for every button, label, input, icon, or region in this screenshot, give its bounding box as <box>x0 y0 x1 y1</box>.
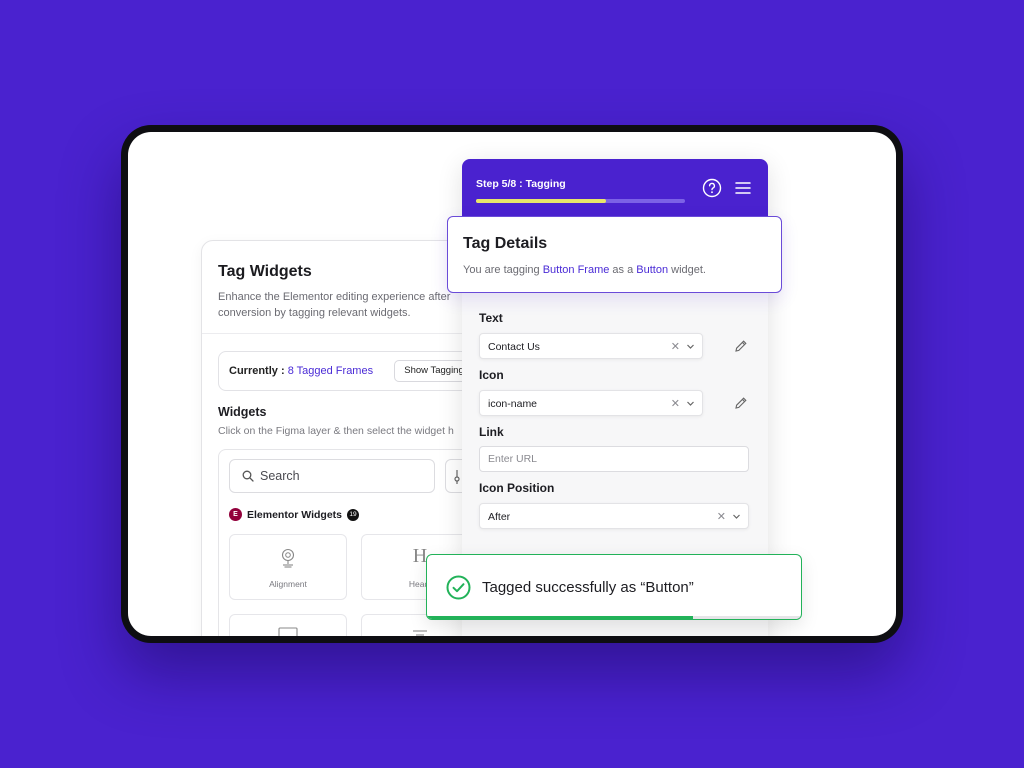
frame-name: Button Frame <box>542 264 610 276</box>
text-select-value: Contact Us <box>488 341 540 353</box>
tag-details-popover: Tag Details You are tagging Button Frame… <box>447 216 782 293</box>
link-input[interactable] <box>479 446 749 472</box>
edit-pencil-icon[interactable] <box>734 396 748 410</box>
success-toast: Tagged successfully as “Button” <box>426 554 802 620</box>
tag-details-title: Tag Details <box>463 235 548 252</box>
widgets-title: Widgets <box>218 405 267 419</box>
currently-label: Currently : 8 Tagged Frames <box>229 365 373 377</box>
image-icon <box>278 627 298 636</box>
link-field-label: Link <box>479 425 504 439</box>
clear-icon[interactable]: ✕ <box>671 397 680 410</box>
tagged-frames-link[interactable]: 8 Tagged Frames <box>288 365 373 377</box>
clear-icon[interactable]: ✕ <box>671 340 680 353</box>
panel-description: Enhance the Elementor editing experience… <box>218 291 451 319</box>
desc-middle: as a <box>609 264 637 276</box>
menu-icon[interactable] <box>735 181 751 195</box>
step-label: Step 5/8 : Tagging <box>476 178 566 190</box>
widget-card-label: Alignment <box>269 579 307 589</box>
step-progress-bar <box>476 199 685 203</box>
edit-pencil-icon[interactable] <box>734 339 748 353</box>
icon-position-select[interactable]: After ✕ <box>479 503 749 529</box>
search-input[interactable] <box>260 466 420 486</box>
icon-field-label: Icon <box>479 368 504 382</box>
alignment-icon <box>281 548 295 568</box>
search-box[interactable] <box>229 459 435 493</box>
chevron-down-icon[interactable] <box>686 399 695 408</box>
check-circle-icon <box>446 575 471 600</box>
icon-position-value: After <box>488 511 511 523</box>
tag-details-description: You are tagging Button Frame as a Button… <box>463 264 706 276</box>
icon-select[interactable]: icon-name ✕ <box>479 390 703 416</box>
text-select[interactable]: Contact Us ✕ <box>479 333 703 359</box>
elementor-logo-icon: E <box>229 508 242 521</box>
device-frame: Tag Widgets Enhance the Elementor editin… <box>121 125 903 643</box>
panel-title: Tag Widgets <box>218 263 312 280</box>
toast-message: Tagged successfully as “Button” <box>482 579 694 596</box>
elementor-widgets-header: E Elementor Widgets 19 <box>229 508 360 521</box>
chevron-down-icon[interactable] <box>686 342 695 351</box>
icon-position-label: Icon Position <box>479 481 555 495</box>
widget-name: Button <box>636 264 669 276</box>
desc-prefix: You are tagging <box>463 264 543 276</box>
help-icon[interactable] <box>702 178 722 198</box>
currently-prefix: Currently : <box>229 365 288 377</box>
clear-icon[interactable]: ✕ <box>717 510 726 523</box>
screen: Tag Widgets Enhance the Elementor editin… <box>128 132 896 636</box>
step-progress-fill <box>476 199 606 203</box>
widget-card[interactable] <box>229 614 347 636</box>
chevron-down-icon[interactable] <box>732 512 741 521</box>
text-field-label: Text <box>479 311 503 325</box>
search-icon <box>242 470 254 482</box>
widget-card-alignment[interactable]: Alignment <box>229 534 347 600</box>
toast-timer-fill <box>427 616 693 619</box>
icon-select-value: icon-name <box>488 398 538 410</box>
widget-count-badge: 19 <box>347 508 360 521</box>
toast-timer-bar <box>427 616 801 619</box>
elementor-widgets-label: Elementor Widgets <box>247 508 343 521</box>
text-editor-icon <box>413 630 427 636</box>
desc-suffix: widget. <box>668 264 706 276</box>
